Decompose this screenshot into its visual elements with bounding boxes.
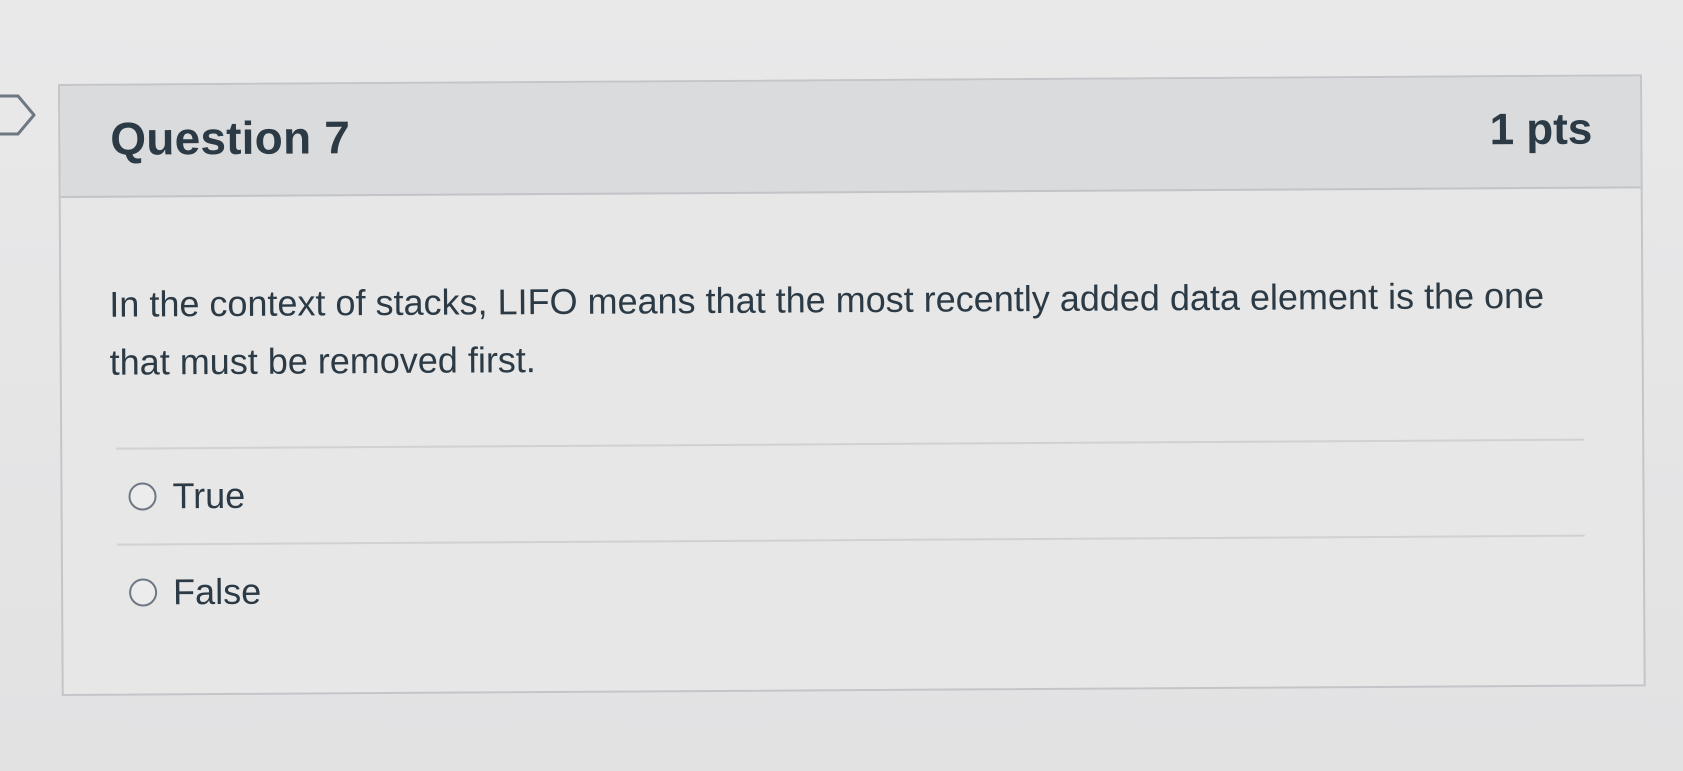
answer-label-false[interactable]: False xyxy=(173,571,261,614)
question-card: Question 7 1 pts In the context of stack… xyxy=(58,74,1646,696)
answer-label-true[interactable]: True xyxy=(172,475,245,517)
radio-button-icon[interactable] xyxy=(129,578,158,607)
question-flag-icon[interactable] xyxy=(0,92,40,138)
question-title: Question 7 xyxy=(110,111,351,165)
answer-list: True False xyxy=(110,438,1596,640)
question-points: 1 pts xyxy=(1489,104,1593,155)
question-header: Question 7 1 pts xyxy=(60,76,1641,198)
answer-option-false[interactable]: False xyxy=(111,537,1596,640)
answer-option-true[interactable]: True xyxy=(110,441,1595,544)
radio-button-icon[interactable] xyxy=(128,482,157,511)
question-body: In the context of stacks, LIFO means tha… xyxy=(61,188,1644,640)
question-text: In the context of stacks, LIFO means tha… xyxy=(109,274,1545,383)
